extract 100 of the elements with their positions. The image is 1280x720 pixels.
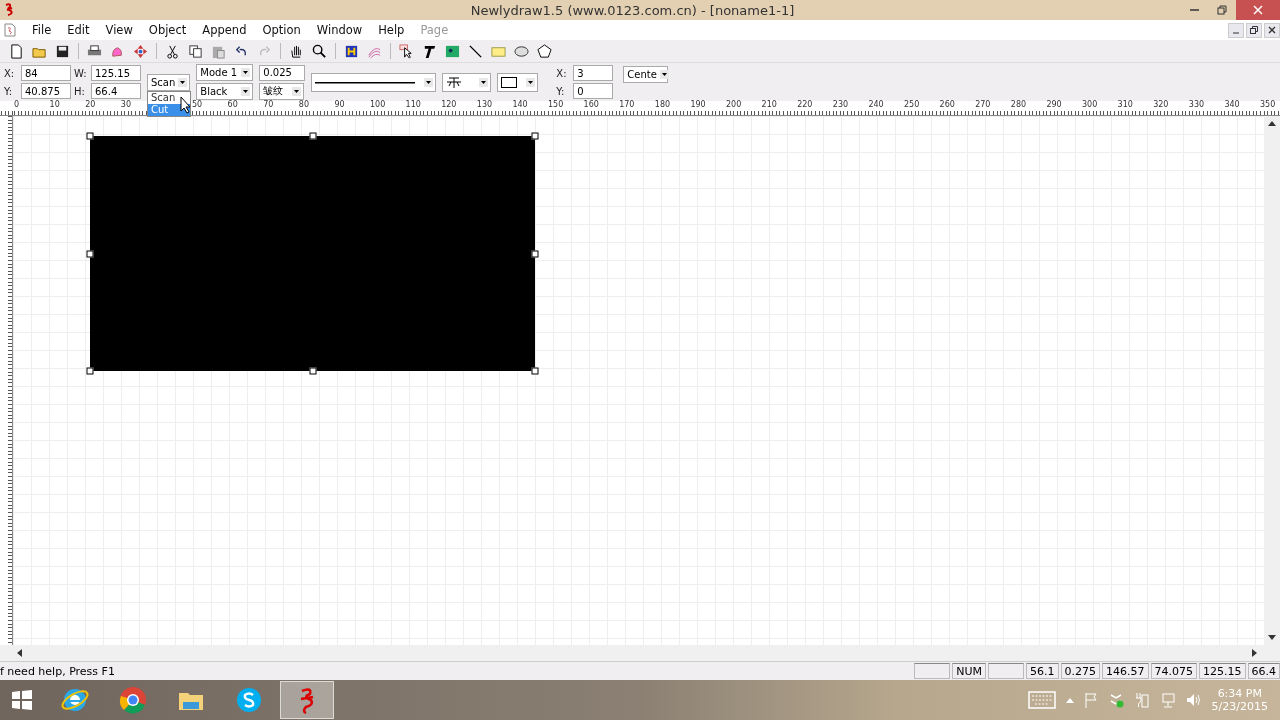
app-logo-icon [3,3,15,17]
restore-icon [1250,26,1258,34]
status-pane: 146.57 [1102,663,1149,679]
resize-handle[interactable] [531,132,539,140]
status-pane [988,663,1024,679]
status-message: f need help, Press F1 [0,664,116,678]
line-width-field[interactable]: 0.025 [259,64,306,81]
ruler-label: 280 [1010,100,1027,109]
minimize-icon [1189,9,1199,11]
ruler-label: 350 [1260,100,1276,109]
resize-handle[interactable] [86,367,94,375]
resize-handle[interactable] [86,250,94,257]
menu-item[interactable]: Option [254,23,309,37]
close-icon [1268,26,1276,34]
menu-item[interactable]: Edit [59,23,98,37]
rectangle-icon [501,76,518,88]
ruler-label: 10 [49,100,60,109]
ruler-label: 80 [298,100,309,109]
h-label: H: [74,85,86,97]
resize-handle[interactable] [531,250,539,257]
menu-item[interactable]: Window [308,23,371,37]
dropdown-arrow-icon [241,68,251,77]
resize-handle[interactable] [309,132,316,140]
x-field[interactable]: 84 [21,65,71,81]
app-glyph-icon[interactable] [280,681,334,719]
ruler-label: 240 [868,100,884,109]
restore-icon [1217,5,1227,15]
dropdown-arrow-icon [241,87,251,96]
ruler-label: 220 [797,100,813,109]
height-field[interactable]: 66.4 [91,83,141,99]
y-field[interactable]: 40.875 [21,83,71,99]
ruler-label: 140 [512,100,528,109]
offset-y-label: Y: [556,85,566,97]
ruler-label: 290 [1046,100,1062,109]
status-pane: 125.15 [1199,663,1246,679]
dropdown-arrow-icon [178,77,188,87]
ruler-label: 20 [85,100,96,109]
ruler-label: 50 [192,100,203,109]
status-pane: 56.1 [1026,663,1059,679]
scroll-down-icon[interactable] [1268,635,1276,641]
ruler-label: 250 [904,100,920,109]
dropdown-arrow-icon [526,77,536,87]
dropdown-arrow-icon [479,77,489,87]
status-pane: 74.075 [1150,663,1197,679]
ruler-label: 340 [1224,100,1240,109]
dropdown-arrow-icon [659,69,669,79]
menu-item[interactable]: Object [140,23,195,37]
offset-y-field[interactable]: 0 [573,83,614,99]
ruler-label: 30 [120,100,131,109]
window-title: Newlydraw1.5 (www.0123.com.cn) - [noname1-1] [469,2,796,18]
ruler-label: 0 [14,100,20,109]
ruler-label: 230 [832,100,849,109]
ruler-label: 310 [1117,100,1133,109]
close-button[interactable] [1264,22,1280,38]
ruler-label: 320 [1153,100,1169,109]
dropdown-arrow-icon [292,86,302,96]
status-pane: 0.275 [1060,663,1100,679]
width-field[interactable]: 125.15 [91,65,141,81]
ruler-label: 180 [654,100,671,109]
resize-handle[interactable] [86,132,94,140]
ruler-label: 70 [263,100,274,109]
ruler-label: 90 [334,100,345,109]
restore-button[interactable] [1246,22,1262,38]
menu-item[interactable]: Help [370,23,413,37]
ink-dropdown[interactable]: Black [196,83,254,100]
align-dropdown[interactable]: Cente [623,65,669,83]
cross-glyph-icon [446,75,463,89]
close-icon [1253,5,1263,15]
ruler-label: 300 [1082,100,1098,109]
resize-handle[interactable] [531,367,539,375]
shape-dropdown[interactable] [497,72,539,92]
ruler-label: 110 [405,100,421,109]
solid-line-icon [315,80,416,84]
w-label: W: [74,67,88,79]
scroll-left-icon[interactable] [16,649,22,657]
menu-item[interactable]: View [97,23,141,37]
offset-x-field[interactable]: 3 [573,65,614,81]
line-join-dropdown[interactable] [442,72,492,92]
menu-item[interactable]: File [24,23,60,37]
process-dropdown[interactable]: Scan [147,73,191,91]
ruler-label: 260 [939,100,955,109]
menu-item[interactable]: Append [194,23,255,37]
ruler-label: 120 [441,100,457,109]
ruler-label: 200 [726,100,742,109]
scroll-up-icon[interactable] [1268,120,1276,126]
mode-dropdown[interactable]: Mode 1 [196,64,254,81]
line-style-dropdown[interactable] [311,72,437,92]
ruler-label: 270 [975,100,991,109]
status-pane: 66.4 [1247,663,1280,679]
status-pane: NUM [952,663,986,679]
pentagon-tool-icon[interactable] [534,41,555,61]
status-pane [914,663,951,679]
pattern-dropdown[interactable]: 皱纹 [259,82,305,100]
dropdown-arrow-icon [424,77,434,87]
ruler-label: 160 [583,100,599,109]
ruler-label: 330 [1188,100,1205,109]
ruler-label: 60 [227,100,238,109]
ruler-label: 150 [548,100,564,109]
resize-handle[interactable] [309,367,316,375]
scroll-right-icon[interactable] [1252,649,1258,657]
